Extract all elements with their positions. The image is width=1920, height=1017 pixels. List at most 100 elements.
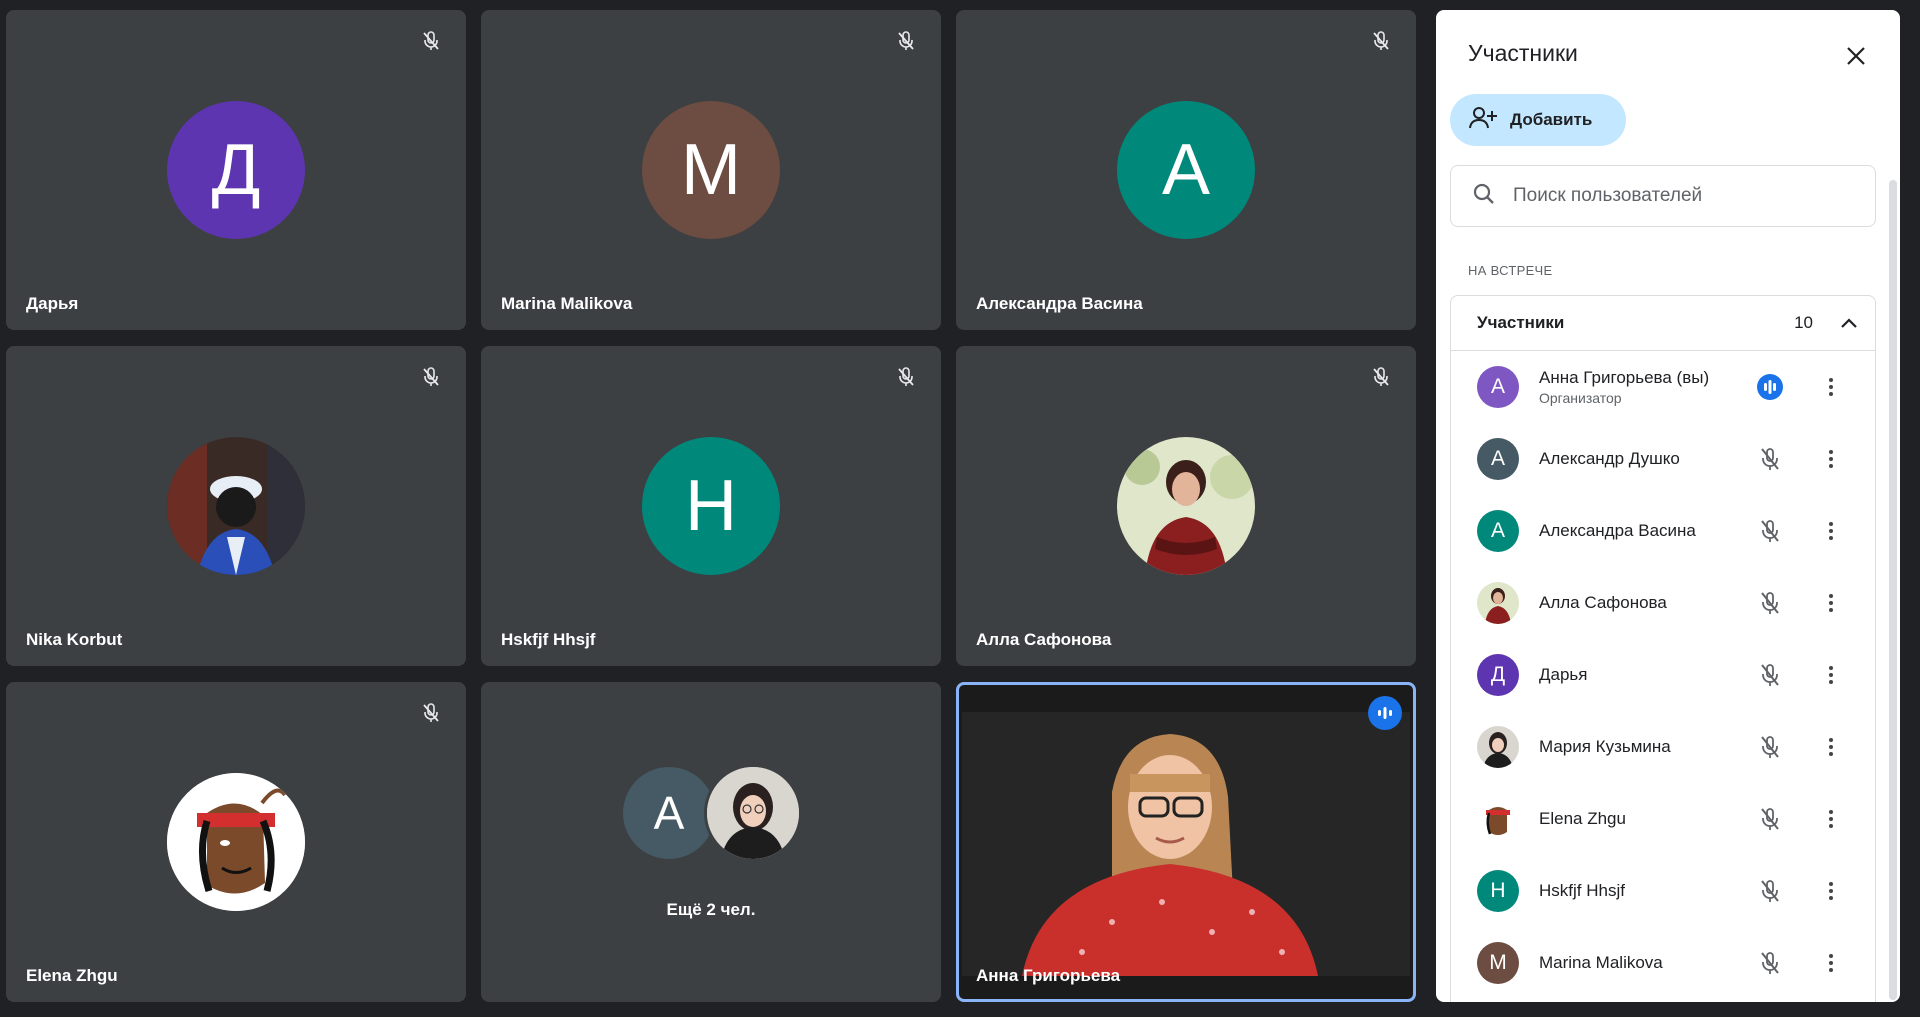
camera-feed xyxy=(962,712,1410,976)
participant-tile[interactable]: Elena Zhgu xyxy=(6,682,466,1002)
participant-tile[interactable]: Д Дарья xyxy=(6,10,466,330)
participant-tile[interactable]: H Hskfjf Hhsjf xyxy=(481,346,941,666)
participant-tile[interactable]: А Александра Васина xyxy=(956,10,1416,330)
participant-row[interactable]: Elena Zhgu xyxy=(1451,783,1875,855)
more-participants-label: Ещё 2 чел. xyxy=(666,900,756,919)
participants-panel: Участники Добавить НА ВСТРЕЧЕ Участники … xyxy=(1436,10,1900,1002)
avatar: А xyxy=(1477,366,1519,408)
trash-icon[interactable] xyxy=(1774,13,1806,45)
avatar-photo xyxy=(167,773,305,911)
share-icon[interactable] xyxy=(1636,13,1668,45)
avatar: H xyxy=(1477,870,1519,912)
participant-row[interactable]: Д Дарья xyxy=(1451,639,1875,711)
participant-role: Организатор xyxy=(1539,390,1622,406)
more-options-icon[interactable] xyxy=(1821,517,1841,545)
participant-row[interactable]: Мария Кузьмина xyxy=(1451,711,1875,783)
participant-name: Алла Сафонова xyxy=(976,630,1112,649)
avatar: А xyxy=(1117,101,1255,239)
mic-off-icon[interactable] xyxy=(1755,876,1785,906)
more-participants-tile[interactable]: А Ещё 2 чел. xyxy=(481,682,941,1002)
participant-name: Nika Korbut xyxy=(26,630,123,649)
mic-off-icon[interactable] xyxy=(1755,948,1785,978)
participant-name: Marina Malikova xyxy=(501,294,633,313)
more-options-icon[interactable] xyxy=(1821,445,1841,473)
more-options-icon[interactable] xyxy=(1821,805,1841,833)
participant-name: Дарья xyxy=(26,294,79,313)
participant-tile[interactable]: Nika Korbut xyxy=(6,346,466,666)
section-label: НА ВСТРЕЧЕ xyxy=(1468,263,1553,278)
video-grid: Д Дарья M Marina Malikova А Александра В… xyxy=(6,10,1416,1002)
search-icon xyxy=(1473,183,1495,210)
speaking-indicator-icon xyxy=(1368,696,1402,730)
more-options-icon[interactable] xyxy=(1821,373,1841,401)
mic-off-icon xyxy=(418,700,444,726)
avatar-photo xyxy=(1117,437,1255,575)
viewer-toolbar xyxy=(1590,10,1898,48)
avatar: M xyxy=(642,101,780,239)
participant-tile[interactable]: Алла Сафонова xyxy=(956,346,1416,666)
participant-name: Анна Григорьева xyxy=(976,966,1121,985)
mic-off-icon xyxy=(893,28,919,54)
more-options-icon[interactable] xyxy=(1821,661,1841,689)
search-input[interactable] xyxy=(1511,184,1855,208)
more-vert-icon[interactable] xyxy=(1820,13,1852,45)
self-video-tile[interactable]: Анна Григорьева xyxy=(956,682,1416,1002)
participant-name: Александра Васина xyxy=(976,294,1143,313)
participant-name: Hskfjf Hhsjf xyxy=(1539,881,1625,900)
bottom-strip xyxy=(0,1008,1920,1017)
mic-off-icon[interactable] xyxy=(1755,660,1785,690)
more-participants: А Ещё 2 чел. xyxy=(620,764,802,920)
info-icon[interactable] xyxy=(1590,13,1622,45)
add-people-button[interactable]: Добавить xyxy=(1450,94,1626,146)
avatar: А xyxy=(1477,510,1519,552)
more-options-icon[interactable] xyxy=(1821,733,1841,761)
avatar-photo xyxy=(1477,726,1519,768)
person-add-icon xyxy=(1468,106,1498,134)
mic-off-icon xyxy=(893,364,919,390)
avatar: M xyxy=(1477,942,1519,984)
more-options-icon[interactable] xyxy=(1821,949,1841,977)
mic-off-icon xyxy=(1368,28,1394,54)
participant-name: Алла Сафонова xyxy=(1539,593,1667,612)
participant-row[interactable]: А Александр Душко xyxy=(1451,423,1875,495)
participants-group: Участники 10 А Анна Григорьева (вы) Орга… xyxy=(1450,295,1876,1002)
avatar-photo xyxy=(704,764,802,862)
mic-off-icon[interactable] xyxy=(1755,516,1785,546)
participant-name: Александр Душко xyxy=(1539,449,1680,468)
avatar-group: А xyxy=(620,764,802,862)
download-icon[interactable] xyxy=(1728,13,1760,45)
participant-name: Elena Zhgu xyxy=(26,966,118,985)
mic-off-icon[interactable] xyxy=(1755,732,1785,762)
participant-row[interactable]: M Marina Malikova xyxy=(1451,927,1875,999)
mic-off-icon xyxy=(418,364,444,390)
participant-row[interactable]: А Анна Григорьева (вы) Организатор xyxy=(1451,351,1875,423)
heart-icon[interactable] xyxy=(1682,13,1714,45)
viewer-close-icon[interactable] xyxy=(1866,13,1898,45)
search-box xyxy=(1450,165,1876,227)
participant-row[interactable]: H Hskfjf Hhsjf xyxy=(1451,855,1875,927)
mic-off-icon[interactable] xyxy=(1755,444,1785,474)
panel-title: Участники xyxy=(1468,40,1578,66)
avatar-photo xyxy=(167,437,305,575)
group-title: Участники xyxy=(1477,313,1565,332)
chevron-up-icon xyxy=(1841,313,1857,333)
mic-off-icon xyxy=(1368,364,1394,390)
participant-row[interactable]: Алла Сафонова xyxy=(1451,567,1875,639)
mic-off-icon[interactable] xyxy=(1755,804,1785,834)
avatar-photo xyxy=(1477,582,1519,624)
participant-name: Мария Кузьмина xyxy=(1539,737,1671,756)
panel-scrollbar[interactable] xyxy=(1889,180,1897,1000)
add-people-label: Добавить xyxy=(1510,110,1593,129)
participant-name: Marina Malikova xyxy=(1539,953,1663,972)
participant-row[interactable]: А Александра Васина xyxy=(1451,495,1875,567)
mic-off-icon[interactable] xyxy=(1755,588,1785,618)
group-header[interactable]: Участники 10 xyxy=(1451,296,1875,351)
more-options-icon[interactable] xyxy=(1821,589,1841,617)
avatar: Д xyxy=(1477,654,1519,696)
mic-off-icon xyxy=(418,28,444,54)
avatar-photo xyxy=(1477,798,1519,840)
participant-name: Elena Zhgu xyxy=(1539,809,1626,828)
avatar: H xyxy=(642,437,780,575)
more-options-icon[interactable] xyxy=(1821,877,1841,905)
participant-tile[interactable]: M Marina Malikova xyxy=(481,10,941,330)
